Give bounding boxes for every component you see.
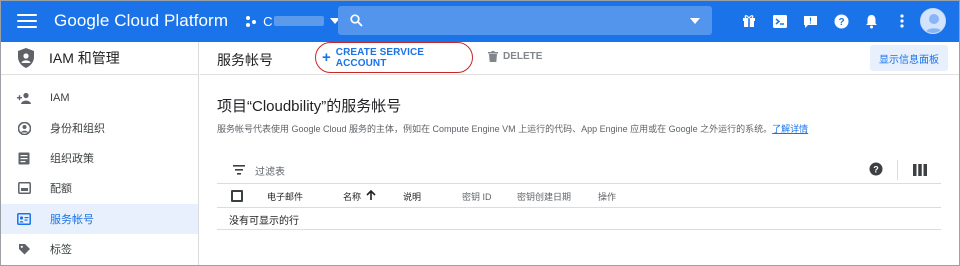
plus-icon: + (322, 49, 331, 66)
sidebar-item-label: 标签 (50, 244, 72, 256)
sidebar-item-service-accounts[interactable]: 服务帐号 (0, 204, 198, 234)
sidebar-header: IAM 和管理 (0, 42, 198, 75)
gift-icon[interactable] (740, 12, 758, 30)
sidebar-item-label: 配额 (50, 183, 72, 195)
create-service-account-label: CREATE SERVICE ACCOUNT (335, 46, 425, 69)
table-filter-bar: 过滤表 ? (217, 156, 941, 184)
sidebar-item-labels[interactable]: 标签 (0, 234, 198, 264)
cloud-shell-icon[interactable] (771, 12, 789, 30)
page-title: 服务帐号 (217, 52, 273, 68)
empty-message: 没有可显示的行 (229, 216, 299, 227)
table-header: 电子邮件 名称 说明 密钥 ID 密钥创建日期 操作 (217, 184, 941, 208)
service-account-icon (17, 212, 31, 226)
divider (897, 160, 898, 180)
column-header-key-id[interactable]: 密钥 ID (462, 190, 492, 203)
column-header-description[interactable]: 说明 (403, 190, 421, 203)
sidebar-item-label: 服务帐号 (50, 214, 94, 226)
person-add-icon (17, 91, 31, 105)
menu-icon[interactable] (17, 14, 37, 28)
delete-label: DELETE (503, 51, 543, 62)
help-icon[interactable]: ? (869, 162, 883, 176)
sidebar-item-quotas[interactable]: 配额 (0, 173, 198, 203)
list-icon (17, 151, 31, 165)
search-input[interactable] (338, 6, 712, 35)
search-icon (350, 14, 363, 27)
shield-icon (18, 48, 34, 68)
column-display-icon[interactable] (913, 164, 927, 176)
project-selector[interactable]: C (246, 13, 341, 29)
svg-text:?: ? (873, 165, 879, 175)
sidebar-item-label: IAM (50, 92, 70, 104)
project-icon (246, 15, 257, 27)
create-service-account-button[interactable]: + CREATE SERVICE ACCOUNT (315, 42, 473, 73)
svg-text:?: ? (838, 17, 844, 28)
column-header-email[interactable]: 电子邮件 (267, 190, 303, 203)
project-name: C (263, 13, 273, 29)
sidebar-item-org-policies[interactable]: 组织政策 (0, 143, 198, 173)
sidebar-title: IAM 和管理 (49, 50, 120, 66)
sidebar-item-label: 身份和组织 (50, 123, 105, 135)
more-vert-icon[interactable] (893, 12, 911, 30)
learn-more-link[interactable]: 了解详情 (772, 124, 808, 134)
show-info-panel-button[interactable]: 显示信息面板 (870, 45, 948, 71)
description: 服务帐号代表使用 Google Cloud 服务的主体，例如在 Compute … (217, 122, 808, 135)
column-header-actions: 操作 (598, 192, 617, 202)
search-dropdown-icon[interactable] (690, 18, 700, 24)
table-empty-row: 没有可显示的行 (217, 208, 941, 230)
sidebar-item-label: 组织政策 (50, 153, 94, 165)
section-title: 项目“Cloudbility”的服务帐号 (217, 98, 402, 115)
account-circle-icon (17, 121, 31, 135)
delete-button[interactable]: DELETE (488, 51, 542, 62)
column-header-name[interactable]: 名称 (343, 190, 361, 203)
support-icon[interactable]: ! (801, 12, 819, 30)
help-icon[interactable]: ? (832, 12, 850, 30)
sidebar-item-iam[interactable]: IAM (0, 83, 198, 113)
filter-icon[interactable] (233, 165, 245, 175)
sidebar-item-identity-org[interactable]: 身份和组织 (0, 113, 198, 143)
avatar[interactable] (920, 8, 946, 34)
top-app-bar: Google Cloud Platform C ! ? (0, 0, 960, 42)
svg-text:!: ! (809, 16, 812, 25)
select-all-checkbox[interactable] (231, 190, 243, 202)
filter-input[interactable]: 过滤表 (255, 163, 285, 178)
page-header: 服务帐号 + CREATE SERVICE ACCOUNT DELETE 显示信… (200, 42, 960, 75)
brand-logo[interactable]: Google Cloud Platform (54, 11, 228, 31)
column-header-key-creation-date[interactable]: 密钥创建日期 (517, 190, 571, 203)
project-name-redacted (274, 16, 325, 26)
tag-icon (17, 242, 31, 256)
description-text: 服务帐号代表使用 Google Cloud 服务的主体，例如在 Compute … (217, 124, 773, 134)
sort-ascending-icon[interactable] (365, 189, 377, 201)
trash-icon (488, 51, 498, 62)
quota-icon (17, 181, 31, 195)
notifications-icon[interactable] (862, 12, 880, 30)
